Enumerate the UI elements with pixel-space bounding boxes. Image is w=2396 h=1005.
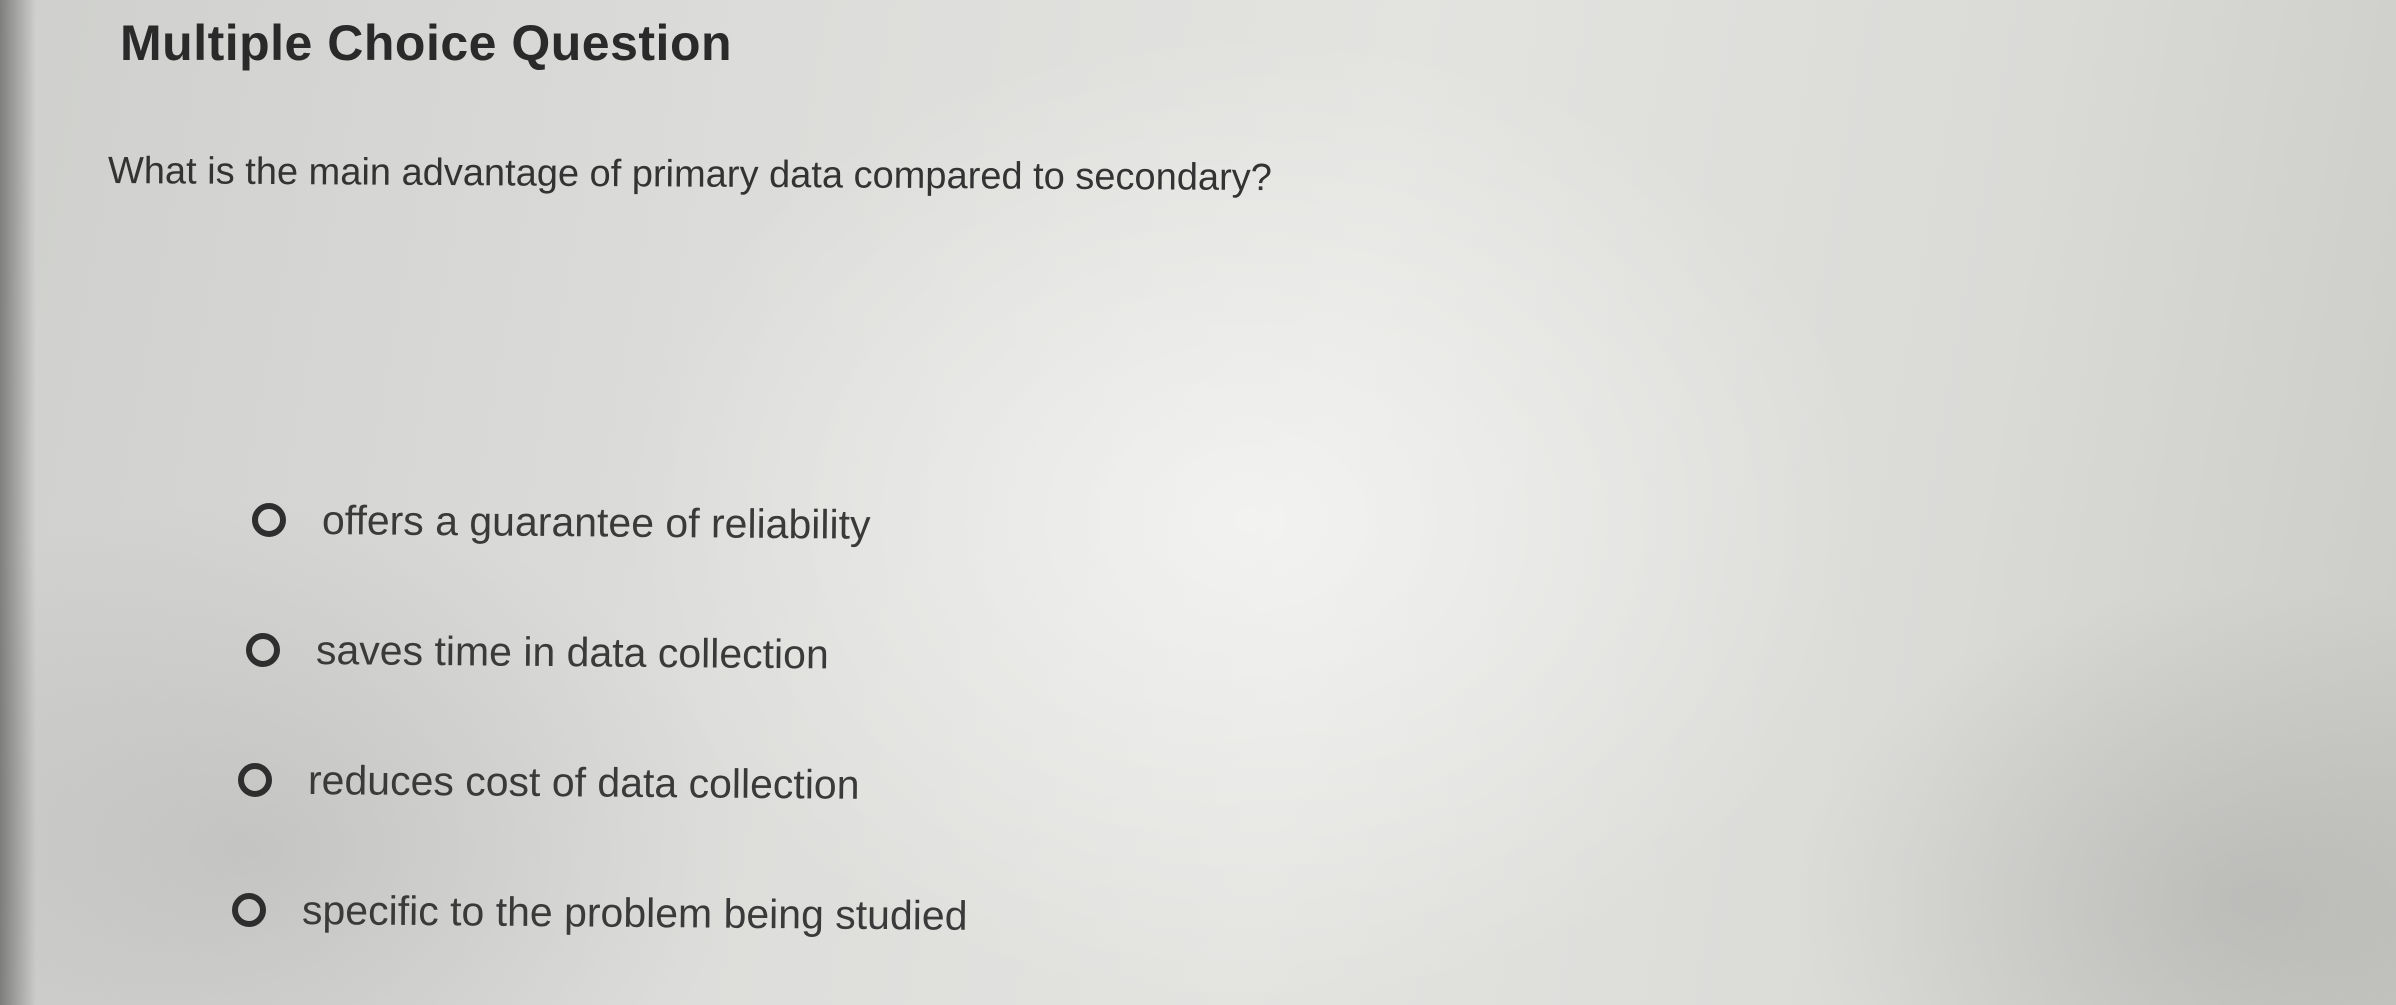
question-type-heading: Multiple Choice Question — [120, 15, 733, 71]
radio-button-icon[interactable] — [252, 503, 286, 537]
answer-option-label: reduces cost of data collection — [307, 756, 860, 808]
answer-option-label: specific to the problem being studied — [301, 886, 968, 939]
radio-button-icon[interactable] — [246, 633, 280, 667]
answer-option-label: saves time in data collection — [315, 626, 829, 677]
answer-option-1[interactable]: offers a guarantee of reliability — [252, 455, 1330, 585]
question-prompt: What is the main advantage of primary da… — [107, 150, 1272, 200]
answer-options: offers a guarantee of reliability saves … — [230, 455, 1330, 975]
radio-button-icon[interactable] — [238, 763, 272, 797]
answer-option-label: offers a guarantee of reliability — [321, 496, 871, 548]
answer-option-2[interactable]: saves time in data collection — [246, 585, 1330, 715]
answer-option-3[interactable]: reduces cost of data collection — [238, 715, 1330, 845]
question-card: Multiple Choice Question What is the mai… — [0, 0, 2396, 1005]
answer-option-4[interactable]: specific to the problem being studied — [232, 845, 1330, 975]
radio-button-icon[interactable] — [232, 893, 266, 927]
